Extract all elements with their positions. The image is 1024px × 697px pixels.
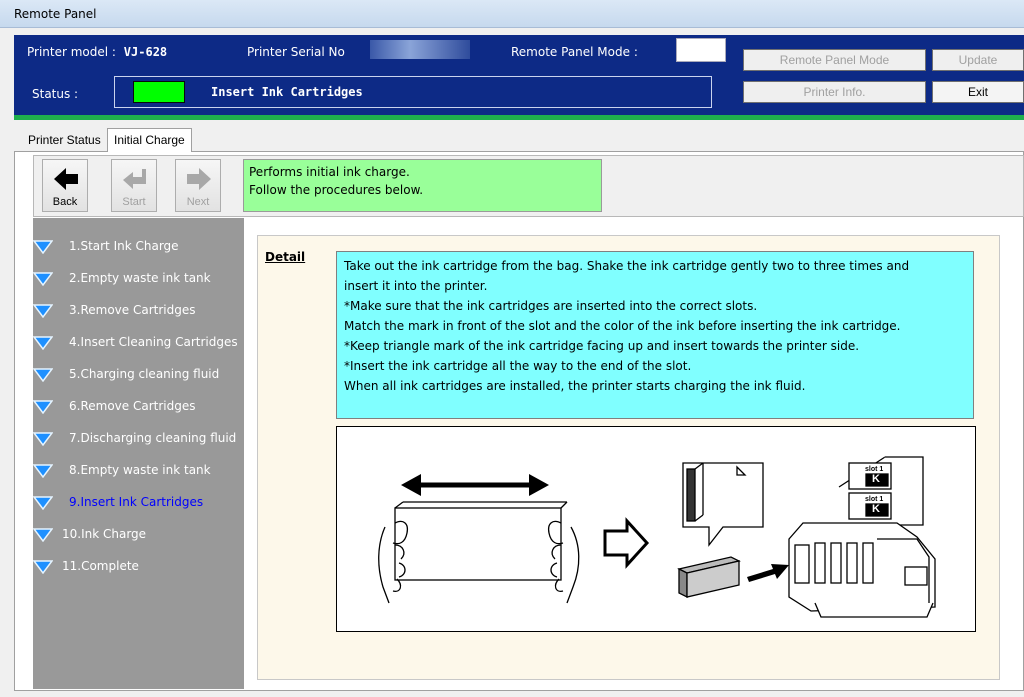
back-button-label: Back [52, 196, 78, 208]
step-label: 10.Ink Charge [62, 527, 147, 541]
step-item: 3.Remove Cartridges [33, 300, 244, 320]
detail-line: *Keep triangle mark of the ink cartridge… [344, 339, 860, 353]
step-triangle-icon [33, 528, 53, 542]
step-item: 11.Complete [33, 556, 244, 576]
forward-arrow-icon [187, 168, 211, 190]
model-value: VJ-628 [123, 45, 168, 59]
step-label: 6.Remove Cartridges [69, 399, 196, 413]
step-label: 7.Discharging cleaning fluid [69, 431, 237, 445]
slot-letter-1: K [872, 473, 880, 485]
exit-button[interactable]: Exit [932, 81, 1024, 103]
status-indicator [133, 81, 185, 103]
step-item: 10.Ink Charge [33, 524, 244, 544]
step-item: 2.Empty waste ink tank [33, 268, 244, 288]
ink-cartridge-icon [677, 556, 741, 599]
step-triangle-icon [33, 464, 53, 478]
back-arrow-icon [54, 168, 78, 190]
window-title: Remote Panel [14, 7, 97, 21]
insert-arrow-icon [747, 564, 789, 582]
serial-label: Printer Serial No [247, 45, 345, 59]
status-frame: Insert Ink Cartridges [114, 76, 712, 108]
step-triangle-icon [33, 432, 53, 446]
step-label: 11.Complete [62, 559, 139, 573]
instruction-message: Performs initial ink charge. Follow the … [243, 159, 602, 212]
remote-panel-mode-button[interactable]: Remote Panel Mode [743, 49, 926, 71]
header-accent-line [14, 115, 1024, 120]
step-triangle-icon [33, 368, 53, 382]
step-triangle-icon [33, 560, 53, 574]
step-item: 7.Discharging cleaning fluid [33, 428, 244, 448]
next-button[interactable]: Next [175, 159, 221, 212]
cartridge-closeup-icon [682, 462, 764, 547]
model-label-group: Printer model : VJ-628 [27, 45, 167, 59]
detail-line: *Insert the ink cartridge all the way to… [344, 359, 692, 373]
step-item: 1.Start Ink Charge [33, 236, 244, 256]
step-item: 8.Empty waste ink tank [33, 460, 244, 480]
window-titlebar: Remote Panel [0, 0, 1024, 28]
process-arrow-icon [603, 517, 650, 569]
step-triangle-icon [33, 272, 53, 286]
step-label: 3.Remove Cartridges [69, 303, 196, 317]
tab-initial-charge[interactable]: Initial Charge [107, 128, 192, 152]
printer-slot-icon [788, 456, 936, 618]
slot-letter-2: K [872, 503, 880, 515]
return-arrow-icon [123, 169, 146, 189]
step-content-area: Detail Take out the ink cartridge from t… [257, 235, 1000, 680]
serial-value-redacted [370, 40, 470, 59]
mode-indicator [676, 38, 726, 62]
model-label: Printer model : [27, 45, 116, 59]
detail-label: Detail [265, 250, 306, 264]
detail-text-box: Take out the ink cartridge from the bag.… [336, 251, 974, 419]
detail-line: insert it into the printer. [344, 279, 488, 293]
next-button-label: Next [186, 196, 210, 208]
status-label: Status : [32, 87, 79, 101]
illustration-drawing [378, 456, 936, 618]
step-triangle-icon [33, 400, 53, 414]
step-triangle-icon [33, 240, 53, 254]
step-item-current: 9.Insert Ink Cartridges [33, 492, 244, 512]
cartridge-insertion-illustration: slot 1 K slot 1 K [336, 426, 976, 632]
tab-printer-status[interactable]: Printer Status [22, 131, 107, 152]
step-label: 9.Insert Ink Cartridges [69, 495, 204, 509]
step-item: 5.Charging cleaning fluid [33, 364, 244, 384]
shake-arrow-icon [401, 474, 549, 496]
step-triangle-icon [33, 304, 53, 318]
back-button[interactable]: Back [42, 159, 88, 212]
step-item: 4.Insert Cleaning Cartridges [33, 332, 244, 352]
start-button[interactable]: Start [111, 159, 157, 212]
mode-label: Remote Panel Mode : [511, 45, 638, 59]
detail-line: Take out the ink cartridge from the bag.… [344, 259, 910, 273]
start-button-label: Start [122, 196, 146, 208]
printer-info-button[interactable]: Printer Info. [743, 81, 926, 103]
detail-line: *Make sure that the ink cartridges are i… [344, 299, 758, 313]
step-item: 6.Remove Cartridges [33, 396, 244, 416]
message-line-2: Follow the procedures below. [249, 183, 424, 197]
procedure-step-list: 1.Start Ink Charge 2.Empty waste ink tan… [33, 218, 244, 689]
slot-label-1: slot 1 [865, 466, 884, 473]
step-triangle-icon [33, 336, 53, 350]
update-button[interactable]: Update [932, 49, 1024, 71]
status-text: Insert Ink Cartridges [211, 85, 363, 99]
step-triangle-icon [33, 496, 53, 510]
hands-holding-cartridge-icon [378, 501, 580, 604]
detail-line: When all ink cartridges are installed, t… [344, 379, 806, 393]
step-label: 4.Insert Cleaning Cartridges [69, 335, 238, 349]
step-label: 8.Empty waste ink tank [69, 463, 211, 477]
message-line-1: Performs initial ink charge. [249, 165, 410, 179]
procedure-toolbar: Back Start Next Performs initial ink cha… [33, 155, 1024, 217]
printer-header: Printer model : VJ-628 Printer Serial No… [14, 35, 1024, 115]
step-label: 2.Empty waste ink tank [69, 271, 211, 285]
step-label: 5.Charging cleaning fluid [69, 367, 220, 381]
slot-label-2: slot 1 [865, 496, 884, 503]
step-label: 1.Start Ink Charge [69, 239, 179, 253]
detail-line: Match the mark in front of the slot and … [344, 319, 901, 333]
